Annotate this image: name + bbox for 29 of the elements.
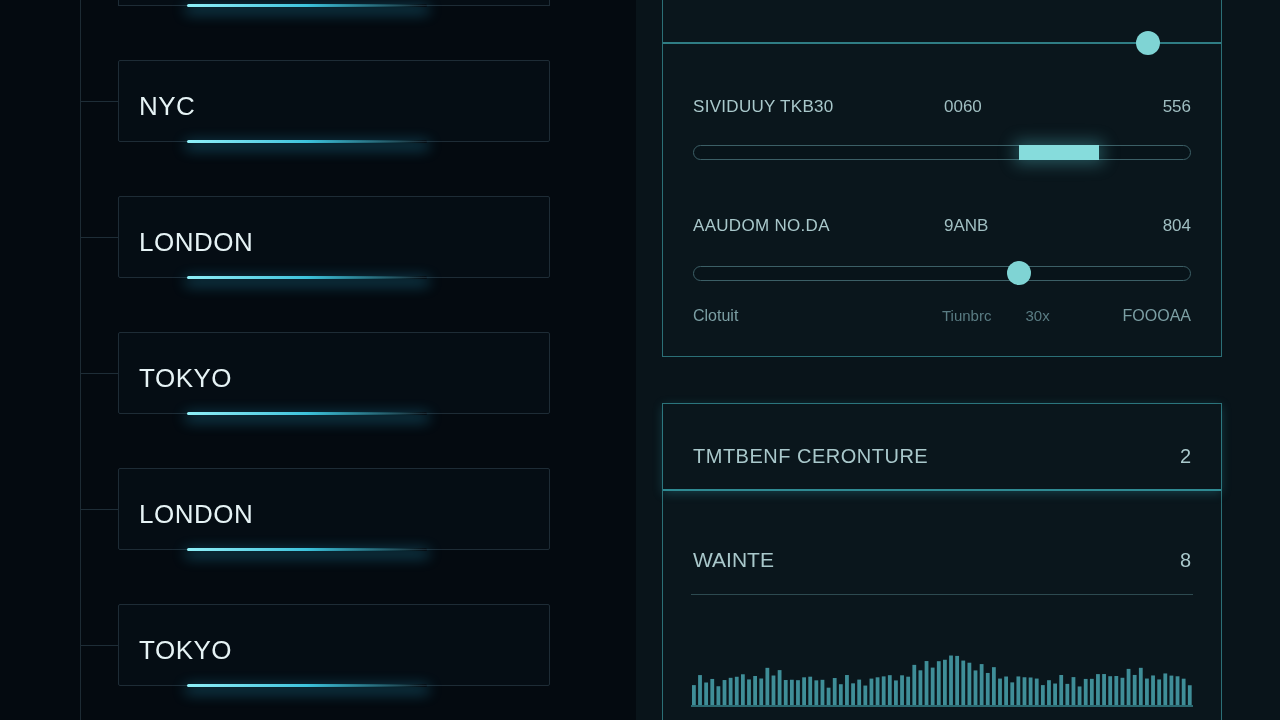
slider-label: AAUDOM NO.DA (693, 215, 831, 238)
card-label: NYC (139, 91, 196, 121)
row-title: WAINTE (693, 547, 775, 574)
location-card[interactable] (118, 0, 550, 6)
card-label: TOKYO (139, 363, 233, 393)
footer-label: Clotuit (693, 306, 740, 326)
slider-max: 804 (1162, 215, 1191, 238)
slider-label: SIVIDUUY TKB30 (693, 96, 835, 119)
card-label: LONDON (139, 227, 254, 257)
card-label: TOKYO (139, 635, 233, 665)
footer-label: Tiunbrc (942, 305, 992, 326)
slider-value: 0060 (944, 96, 983, 119)
location-card[interactable]: LONDON (118, 196, 550, 278)
row-count: 8 (1179, 548, 1191, 573)
slider-value: 9ANB (944, 215, 990, 238)
slider-track[interactable] (693, 145, 1191, 160)
slider-fill[interactable] (1018, 145, 1099, 160)
panel-title: TMTBENF CERONTURE (693, 443, 930, 469)
slider-thumb[interactable] (1006, 261, 1031, 285)
panel-count: 2 (1179, 443, 1191, 469)
footer-label: 30x (1025, 305, 1050, 326)
location-card[interactable]: TOKYO (118, 332, 550, 414)
location-card[interactable]: LONDON (118, 468, 550, 550)
slider-thumb[interactable] (1136, 31, 1161, 55)
footer-label: FOOOAA (1122, 306, 1191, 326)
card-label: LONDON (139, 499, 254, 529)
slider-max: 556 (1162, 96, 1191, 119)
location-card[interactable]: NYC (118, 60, 550, 142)
location-card[interactable]: TOKYO (118, 604, 550, 686)
